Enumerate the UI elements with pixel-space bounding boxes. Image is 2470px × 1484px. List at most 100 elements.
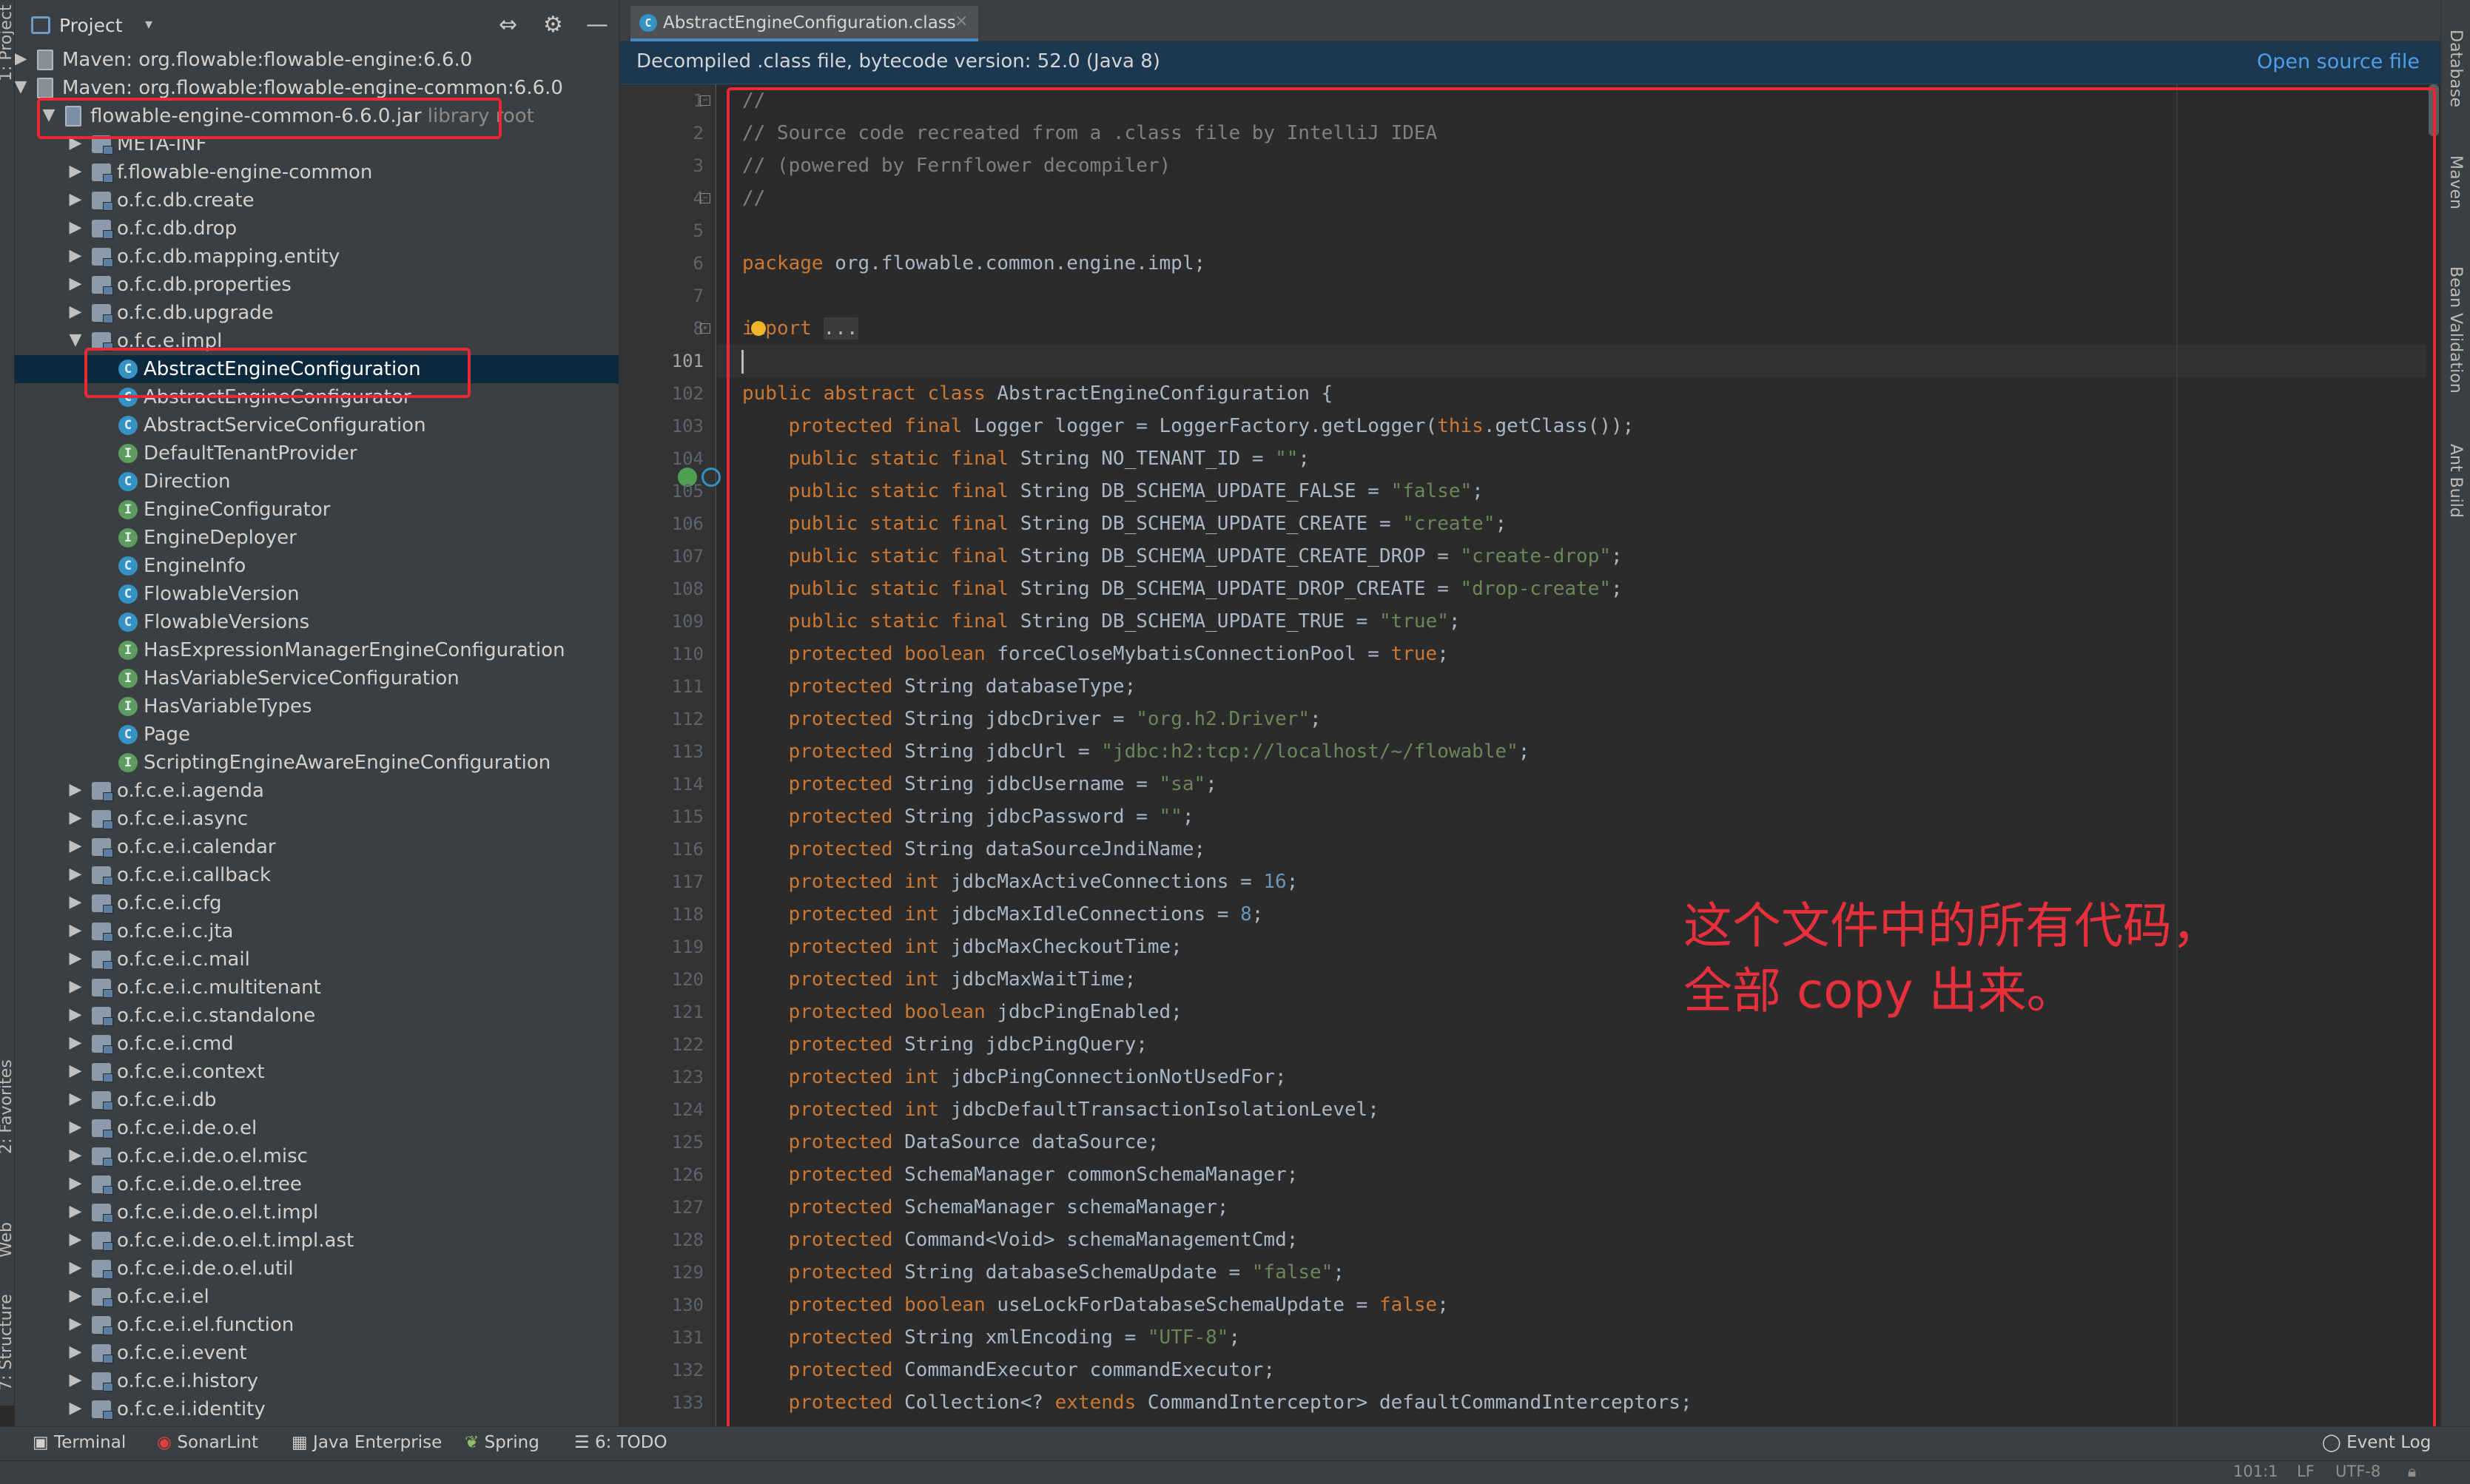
database-tool-tab[interactable]: Database — [2446, 30, 2465, 107]
chevron-right-icon[interactable]: ▶ — [67, 303, 84, 321]
tree-node-package[interactable]: ▶ o.f.c.e.i.c.mail — [15, 945, 619, 974]
chevron-right-icon[interactable]: ▶ — [67, 949, 84, 968]
open-source-file-link[interactable]: Open source file — [2257, 50, 2420, 73]
tree-node-package[interactable]: ▶ o.f.c.db.properties — [15, 271, 619, 299]
chevron-right-icon[interactable]: ▶ — [67, 809, 84, 827]
tree-node-package[interactable]: ▶ o.f.c.e.i.el — [15, 1283, 619, 1311]
web-tool-tab[interactable]: Web — [0, 1222, 14, 1258]
tree-node-package[interactable]: ▶ o.f.c.db.mapping.entity — [15, 243, 619, 271]
tree-node-package[interactable]: ▶ o.f.c.e.i.calendar — [15, 833, 619, 861]
tree-node-class[interactable]: I DefaultTenantProvider — [15, 439, 619, 468]
fold-marker-icon[interactable]: − — [700, 95, 710, 106]
sonarlint-tool-tab[interactable]: ◉ SonarLint — [157, 1433, 258, 1452]
tree-node-class[interactable]: I EngineDeployer — [15, 524, 619, 552]
event-log-tool-tab[interactable]: ◯ Event Log — [2322, 1433, 2431, 1452]
tree-node-package[interactable]: ▶ o.f.c.e.i.c.multitenant — [15, 974, 619, 1002]
chevron-right-icon[interactable]: ▶ — [67, 977, 84, 996]
chevron-right-icon[interactable]: ▶ — [67, 162, 84, 181]
tree-node-class[interactable]: I HasVariableServiceConfiguration — [15, 664, 619, 692]
tree-node-package[interactable]: ▶ o.f.c.db.upgrade — [15, 299, 619, 327]
java-enterprise-tool-tab[interactable]: ▦ Java Enterprise — [292, 1433, 442, 1452]
caret-position[interactable]: 101:1 — [2233, 1463, 2278, 1480]
tree-node-class[interactable]: C Direction — [15, 468, 619, 496]
project-panel-title[interactable]: Project — [59, 15, 123, 36]
maven-tool-tab[interactable]: Maven — [2446, 155, 2465, 209]
tree-node-class[interactable]: C AbstractServiceConfiguration — [15, 411, 619, 439]
tree-node-package[interactable]: ▶ o.f.c.e.i.de.o.el — [15, 1114, 619, 1142]
line-number-gutter[interactable]: 1−2 3 4−5 6 7 8 +101 102 103 104 105 106 107 108 109 11… — [620, 84, 721, 1426]
line-separator[interactable]: LF — [2297, 1463, 2315, 1480]
tree-node-package[interactable]: ▶ o.f.c.e.i.async — [15, 805, 619, 833]
hide-panel-icon[interactable]: — — [586, 12, 608, 38]
chevron-right-icon[interactable]: ▶ — [15, 50, 30, 68]
favorites-tool-tab[interactable]: 2: Favorites — [0, 1059, 14, 1154]
tree-node-package[interactable]: ▶ o.f.c.e.i.el.function — [15, 1311, 619, 1339]
chevron-right-icon[interactable]: ▶ — [67, 780, 84, 799]
tree-node-package[interactable]: ▶ o.f.c.db.create — [15, 186, 619, 215]
chevron-right-icon[interactable]: ▶ — [67, 921, 84, 940]
chevron-right-icon[interactable]: ▶ — [67, 246, 84, 265]
chevron-right-icon[interactable]: ▶ — [67, 1174, 84, 1193]
tree-node-package[interactable]: ▶ o.f.c.e.i.callback — [15, 861, 619, 889]
tree-node-package[interactable]: ▶ f.flowable-engine-common — [15, 158, 619, 186]
chevron-right-icon[interactable]: ▶ — [67, 1286, 84, 1305]
chevron-right-icon[interactable]: ▶ — [67, 1090, 84, 1108]
terminal-tool-tab[interactable]: ▣ Terminal — [33, 1433, 126, 1452]
editor-tab-abstractengineconfiguration[interactable]: C AbstractEngineConfiguration.class × — [630, 6, 978, 41]
tree-node-package[interactable]: ▶ o.f.c.e.i.identity — [15, 1395, 619, 1423]
chevron-right-icon[interactable]: ▶ — [67, 190, 84, 209]
tree-node-package[interactable]: ▶ o.f.c.e.i.de.o.el.t.impl.ast — [15, 1227, 619, 1255]
chevron-right-icon[interactable]: ▶ — [67, 274, 84, 293]
todo-tool-tab[interactable]: ☰ 6: TODO — [574, 1433, 667, 1452]
tree-node-package[interactable]: ▶ o.f.c.e.i.de.o.el.util — [15, 1255, 619, 1283]
project-tool-tab[interactable]: 1: Project — [0, 4, 14, 81]
structure-tool-tab[interactable]: 7: Structure — [0, 1294, 14, 1391]
chevron-right-icon[interactable]: ▶ — [67, 1062, 84, 1080]
fold-marker-icon[interactable]: − — [700, 193, 710, 203]
chevron-right-icon[interactable]: ▶ — [67, 837, 84, 855]
tree-node-package[interactable]: ▶ o.f.c.e.i.db — [15, 1086, 619, 1114]
chevron-right-icon[interactable]: ▶ — [67, 1005, 84, 1024]
tree-node-package[interactable]: ▶ o.f.c.e.i.de.o.el.misc — [15, 1142, 619, 1170]
close-icon[interactable]: × — [955, 12, 968, 30]
chevron-right-icon[interactable]: ▶ — [67, 1258, 84, 1277]
tree-node-maven-engine[interactable]: ▶ Maven: org.flowable:flowable-engine:6.6… — [15, 46, 619, 74]
gear-icon[interactable]: ⚙ — [543, 12, 563, 38]
tree-node-class[interactable]: C Page — [15, 721, 619, 749]
tree-node-package[interactable]: ▶ o.f.c.e.i.context — [15, 1058, 619, 1086]
tree-node-package[interactable]: ▶ o.f.c.e.i.c.jta — [15, 917, 619, 945]
file-encoding[interactable]: UTF-8 — [2335, 1463, 2380, 1480]
tree-node-package[interactable]: ▶ o.f.c.e.i.c.standalone — [15, 1002, 619, 1030]
chevron-right-icon[interactable]: ▶ — [67, 1315, 84, 1333]
collapse-all-icon[interactable]: ⇔ — [499, 12, 517, 38]
chevron-right-icon[interactable]: ▶ — [67, 1146, 84, 1164]
tree-node-package[interactable]: ▶ o.f.c.e.i.event — [15, 1339, 619, 1367]
tree-node-package[interactable]: ▶ o.f.c.e.i.cfg — [15, 889, 619, 917]
fold-marker-icon[interactable]: + — [700, 323, 710, 334]
tree-node-class[interactable]: I HasVariableTypes — [15, 692, 619, 721]
chevron-right-icon[interactable]: ▶ — [67, 1202, 84, 1221]
chevron-down-icon[interactable]: ▼ — [67, 331, 84, 349]
bean-validation-tool-tab[interactable]: Bean Validation — [2446, 266, 2465, 394]
tree-node-class[interactable]: C FlowableVersion — [15, 580, 619, 608]
chevron-down-icon[interactable]: ▾ — [145, 15, 152, 33]
chevron-right-icon[interactable]: ▶ — [67, 1118, 84, 1136]
chevron-down-icon[interactable]: ▼ — [15, 78, 30, 96]
tree-node-package[interactable]: ▶ o.f.c.e.i.de.o.el.tree — [15, 1170, 619, 1198]
lock-icon[interactable]: 🔒︎ — [2408, 1463, 2416, 1481]
chevron-right-icon[interactable]: ▶ — [67, 218, 84, 237]
ant-build-tool-tab[interactable]: Ant Build — [2446, 444, 2465, 518]
tree-node-class[interactable]: I ScriptingEngineAwareEngineConfiguration — [15, 749, 619, 777]
tree-node-package[interactable]: ▶ o.f.c.e.i.history — [15, 1367, 619, 1395]
tree-node-class[interactable]: C FlowableVersions — [15, 608, 619, 636]
chevron-right-icon[interactable]: ▶ — [67, 1033, 84, 1052]
chevron-right-icon[interactable]: ▶ — [67, 893, 84, 911]
tree-node-class[interactable]: I HasExpressionManagerEngineConfiguration — [15, 636, 619, 664]
tree-node-package[interactable]: ▶ o.f.c.e.i.cmd — [15, 1030, 619, 1058]
chevron-right-icon[interactable]: ▶ — [67, 1371, 84, 1389]
tree-node-package[interactable]: ▶ o.f.c.e.i.de.o.el.t.impl — [15, 1198, 619, 1227]
chevron-right-icon[interactable]: ▶ — [67, 1230, 84, 1249]
tree-node-class[interactable]: I EngineConfigurator — [15, 496, 619, 524]
tree-node-package[interactable]: ▶ o.f.c.e.i.agenda — [15, 777, 619, 805]
chevron-right-icon[interactable]: ▶ — [67, 1343, 84, 1361]
